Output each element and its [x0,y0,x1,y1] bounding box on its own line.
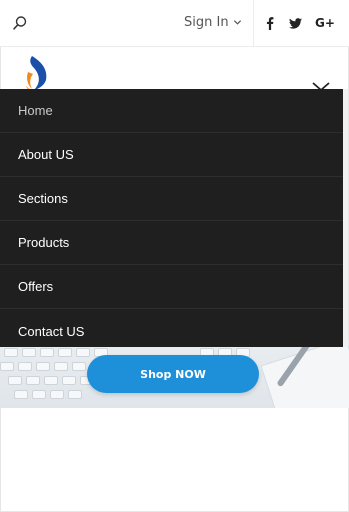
twitter-icon[interactable] [287,15,303,31]
sign-in-dropdown[interactable]: Sign In [184,15,242,30]
search-icon[interactable] [12,15,28,31]
chevron-down-icon [233,20,241,25]
divider [253,0,254,47]
scrollbar[interactable] [343,89,348,347]
nav-menu: Home About US Sections Products Offers C… [0,89,343,347]
menu-item-sections[interactable]: Sections [0,177,343,221]
menu-item-products[interactable]: Products [0,221,343,265]
sign-in-label: Sign In [184,15,229,30]
menu-item-about-us[interactable]: About US [0,133,343,177]
google-plus-icon[interactable]: G+ [315,15,335,31]
menu-item-contact-us[interactable]: Contact US [0,309,343,353]
google-plus-glyph: G+ [315,16,335,30]
top-bar: Sign In G+ [0,0,349,47]
menu-item-home[interactable]: Home [0,89,343,133]
shop-now-button[interactable]: Shop NOW [87,355,259,393]
facebook-icon[interactable] [262,15,278,31]
menu-item-offers[interactable]: Offers [0,265,343,309]
